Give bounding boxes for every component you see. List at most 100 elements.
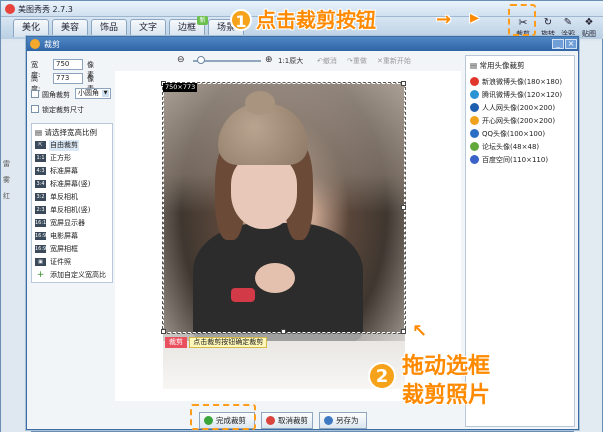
forum-icon — [470, 142, 479, 151]
ratio-item-label: 添加自定义宽高比 — [50, 271, 106, 279]
ratio-icon: 3:4 — [35, 180, 46, 188]
arrow-right-icon: → — [436, 9, 452, 30]
crop-handle[interactable] — [281, 329, 286, 334]
tab-frame[interactable]: 边框 新 — [169, 16, 208, 37]
crop-handle[interactable] — [401, 81, 406, 86]
step-2-text-line-2: 裁剪照片 — [402, 383, 491, 408]
crop-size-tag: 750×773 — [163, 83, 198, 92]
cancel-crop-button[interactable]: 取消裁剪 — [261, 412, 313, 429]
zoom-in-icon[interactable]: ⊕ — [265, 55, 273, 65]
avatar-item-tencent[interactable]: 腾讯微博头像(120×120) — [470, 89, 574, 101]
avatar-item-sina[interactable]: 新浪微博头像(180×180) — [470, 76, 574, 88]
step-1-text: 点击裁剪按钮 — [256, 8, 376, 32]
step-1-badge: 1 — [230, 9, 252, 31]
crop-tip-text: 点击裁剪按钮确定裁剪 — [189, 337, 268, 348]
plus-icon: + — [36, 270, 45, 280]
zoom-out-icon[interactable]: ⊖ — [177, 55, 185, 65]
restart-button[interactable]: ✕重新开始 — [377, 56, 411, 66]
tab-beauty[interactable]: 美容 — [52, 19, 88, 37]
minimize-button[interactable]: _ — [552, 39, 564, 49]
ratio-item-3-2[interactable]: 3:2 单反相机 — [35, 192, 111, 203]
save-as-label: 另存为 — [336, 416, 359, 425]
redo-button[interactable]: ↷重做 — [347, 56, 367, 66]
pen-icon: ✎ — [563, 17, 573, 28]
ratio-icon: 1:1 — [35, 154, 46, 162]
ratio-item-label: 宽屏显示器 — [50, 219, 85, 227]
crop-tip-badge[interactable]: 裁剪 — [165, 337, 187, 348]
left-strip-text: 红 — [3, 192, 10, 200]
dialog-app-icon — [30, 39, 40, 49]
dialog-title: 裁剪 — [44, 40, 60, 49]
ratio-icon: 4:3 — [35, 167, 46, 175]
height-input[interactable]: 773 — [53, 73, 83, 84]
qq-icon — [470, 129, 479, 138]
crop-handle[interactable] — [401, 329, 406, 334]
round-corner-checkbox[interactable] — [31, 90, 39, 98]
ratio-item-16-9-frame[interactable]: 16:9 宽屏相框 — [35, 244, 111, 255]
tab-beautify[interactable]: 美化 — [13, 19, 49, 37]
avatar-item-label: 开心网头像(200×200) — [482, 117, 556, 125]
chevron-down-icon: ▼ — [102, 90, 109, 97]
ratio-item-square[interactable]: 1:1 正方形 — [35, 153, 111, 164]
avatar-item-baidu[interactable]: 百度空间(110×110) — [470, 154, 574, 166]
new-badge: 新 — [197, 16, 208, 25]
sticker-tool-label: 贴图 — [582, 30, 596, 38]
restart-label: 重新开始 — [382, 57, 411, 65]
ratio-item-label: 宽屏相框 — [50, 245, 78, 253]
round-corner-label: 圆角裁剪 — [42, 91, 70, 99]
avatar-item-label: 论坛头像(48×48) — [482, 143, 540, 151]
avatar-item-label: 人人网头像(200×200) — [482, 104, 556, 112]
ratio-icon: 16:9 — [35, 232, 47, 240]
zoom-slider-handle[interactable] — [197, 56, 205, 64]
avatar-item-kaixin[interactable]: 开心网头像(200×200) — [470, 115, 574, 127]
sticker-tool-button[interactable]: ❖ 贴图 — [579, 17, 599, 39]
save-icon — [324, 416, 333, 425]
ratio-item-id-photo[interactable]: ▣ 证件照 — [35, 257, 111, 268]
cancel-icon — [266, 416, 275, 425]
step-2-text-line-1: 拖动选框 — [402, 354, 491, 379]
avatar-item-forum[interactable]: 论坛头像(48×48) — [470, 141, 574, 153]
ratio-icon: 16:9 — [35, 245, 47, 253]
finish-button-highlight — [190, 404, 256, 430]
crop-tool-highlight — [508, 4, 536, 36]
round-corner-select[interactable]: 小圆角 ▼ — [75, 88, 111, 99]
avatar-heading-text: 常用头像裁剪 — [479, 61, 525, 70]
crop-handle[interactable] — [401, 205, 406, 210]
ratio-item-3-4[interactable]: 3:4 标准屏幕(竖) — [35, 179, 111, 190]
kaixin-icon — [470, 116, 479, 125]
ratio-item-2-3[interactable]: 2:3 单反相机(竖) — [35, 205, 111, 216]
ratio-item-4-3[interactable]: 4:3 标准屏幕 — [35, 166, 111, 177]
undo-button[interactable]: ↶撤消 — [317, 56, 337, 66]
ratio-item-label: 标准屏幕 — [50, 167, 78, 175]
baidu-icon — [470, 155, 479, 164]
app-logo-icon — [5, 4, 15, 14]
renren-icon — [470, 103, 479, 112]
crop-handle[interactable] — [161, 329, 166, 334]
avatar-item-qq[interactable]: QQ头像(100×100) — [470, 128, 574, 140]
undo-label: 撤消 — [322, 57, 337, 65]
save-as-button[interactable]: 另存为 — [319, 412, 367, 429]
avatar-heading: ▤ 常用头像裁剪 — [470, 60, 524, 71]
cancel-crop-label: 取消裁剪 — [278, 416, 308, 425]
avatar-item-label: 新浪微博头像(180×180) — [482, 78, 563, 86]
ratio-icon: 16:10 — [35, 219, 50, 227]
zoom-original-button[interactable]: 1:1原大 — [278, 56, 318, 66]
ratio-item-16-9[interactable]: 16:9 电影屏幕 — [35, 231, 111, 242]
ratio-item-label: 证件照 — [50, 258, 71, 266]
lock-size-checkbox[interactable] — [31, 105, 39, 113]
ratio-item-add-custom[interactable]: + 添加自定义宽高比 — [35, 270, 111, 281]
ratio-item-16-10[interactable]: 16:10 宽屏显示器 — [35, 218, 111, 229]
ratio-item-label: 正方形 — [50, 154, 71, 162]
crop-selection-box[interactable] — [162, 82, 406, 334]
width-input[interactable]: 750 — [53, 59, 83, 70]
crop-dialog: 裁剪 _ × 宽度: 750 像素 高度: 773 像素 圆角裁剪 小圆角 ▼ … — [26, 36, 579, 430]
app-title: 美图秀秀 2.7.3 — [18, 5, 73, 14]
id-photo-icon: ▣ — [35, 258, 46, 266]
tab-frame-label: 边框 — [177, 23, 196, 33]
tab-text[interactable]: 文字 — [130, 19, 166, 37]
rotate-icon: ↻ — [543, 17, 553, 28]
close-button[interactable]: × — [565, 39, 577, 49]
ratio-item-free[interactable]: ⇱ 自由裁剪 — [35, 140, 111, 151]
avatar-item-renren[interactable]: 人人网头像(200×200) — [470, 102, 574, 114]
tab-accessories[interactable]: 饰品 — [91, 19, 127, 37]
